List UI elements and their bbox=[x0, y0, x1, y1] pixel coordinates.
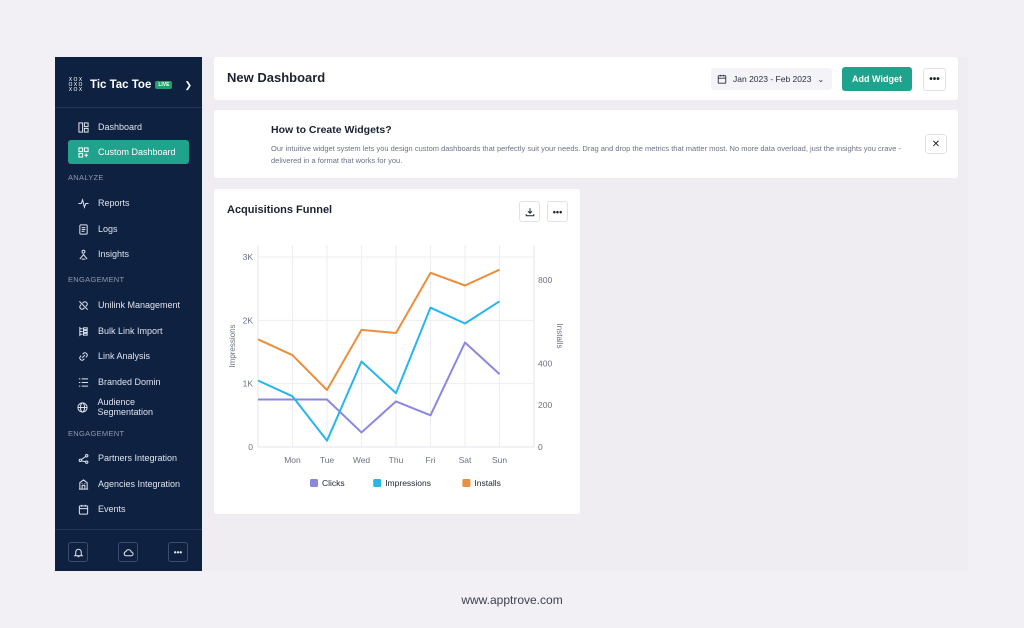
x-tick-label: Fri bbox=[426, 455, 436, 465]
sidebar-item-label: Agencies Integration bbox=[98, 479, 181, 489]
sidebar-footer: ••• bbox=[55, 529, 202, 571]
x-tick-label: Thu bbox=[389, 455, 404, 465]
x-tick-label: Wed bbox=[353, 455, 371, 465]
y-right-tick-label: 400 bbox=[538, 358, 552, 368]
sidebar-item-branded-domain[interactable]: Branded Domin bbox=[68, 370, 189, 394]
close-icon[interactable]: ✕ bbox=[925, 134, 947, 154]
legend-label-impressions: Impressions bbox=[385, 478, 431, 488]
y-left-tick-label: 2K bbox=[243, 315, 254, 325]
x-tick-label: Tue bbox=[320, 455, 335, 465]
live-badge: LIVE bbox=[155, 81, 173, 89]
calendar-icon bbox=[77, 503, 89, 515]
y-left-tick-label: 1K bbox=[243, 379, 254, 389]
brand-switcher[interactable]: XOXOXOXOX Tic Tac Toe LIVE ❯ bbox=[68, 74, 192, 96]
sidebar-item-label: Dashboard bbox=[98, 122, 143, 132]
custom-dashboard-icon bbox=[77, 146, 89, 158]
sidebar-item-bulk-link-import[interactable]: Bulk Link Import bbox=[68, 319, 189, 343]
insights-icon bbox=[77, 248, 89, 260]
sidebar-item-insights[interactable]: Insights bbox=[68, 242, 189, 266]
legend-swatch-clicks bbox=[310, 479, 318, 487]
sidebar-divider bbox=[55, 107, 202, 108]
sidebar-item-dashboard[interactable]: Dashboard bbox=[68, 115, 189, 139]
date-range-picker[interactable]: Jan 2023 - Feb 2023 ⌄ bbox=[711, 68, 832, 90]
x-tick-label: Sat bbox=[459, 455, 472, 465]
link-off-icon bbox=[77, 299, 89, 311]
dashboard-header: New Dashboard Jan 2023 - Feb 2023 ⌄ Add … bbox=[214, 57, 958, 100]
chevron-down-icon[interactable]: ❯ bbox=[184, 80, 192, 91]
sidebar-item-logs[interactable]: Logs bbox=[68, 217, 189, 241]
section-heading-analyze: ANALYZE bbox=[68, 173, 104, 182]
chevron-down-icon: ⌄ bbox=[817, 74, 825, 84]
globe-icon bbox=[77, 401, 88, 413]
series-line-installs bbox=[257, 268, 500, 391]
more-options-button[interactable]: ••• bbox=[168, 542, 188, 562]
y-right-tick-label: 200 bbox=[538, 400, 552, 410]
list-icon bbox=[77, 376, 89, 388]
sidebar-item-label: Partners Integration bbox=[98, 453, 178, 463]
sidebar-item-label: Link Analysis bbox=[98, 351, 151, 361]
legend-label-clicks: Clicks bbox=[322, 478, 345, 488]
help-card-text: Our intuitive widget system lets you des… bbox=[271, 144, 901, 165]
sidebar-item-label: Custom Dashboard bbox=[98, 147, 176, 157]
page-title: New Dashboard bbox=[227, 70, 326, 85]
logo-glyph: X bbox=[78, 86, 83, 93]
sidebar-item-label: Logs bbox=[98, 224, 118, 234]
widget-title: Acquisitions Funnel bbox=[227, 204, 333, 216]
sidebar-item-partners-integration[interactable]: Partners Integration bbox=[68, 446, 189, 470]
sidebar-item-custom-dashboard[interactable]: Custom Dashboard bbox=[68, 140, 189, 164]
sidebar-item-label: Reports bbox=[98, 198, 130, 208]
dashboard-icon bbox=[77, 121, 89, 133]
legend-swatch-installs bbox=[462, 479, 471, 487]
sidebar: XOXOXOXOX Tic Tac Toe LIVE ❯ Dashboard C… bbox=[55, 57, 202, 571]
document-icon bbox=[77, 223, 89, 235]
acquisitions-funnel-chart: 0 1K 2K 3K 0 200 400 800 Impressions Installs Mon T… bbox=[228, 245, 564, 488]
sidebar-item-reports[interactable]: Reports bbox=[68, 191, 189, 215]
section-heading-engagement: ENGAGEMENT bbox=[68, 275, 125, 284]
date-range-label: Jan 2023 - Feb 2023 bbox=[733, 74, 812, 84]
website-url: www.apptrove.com bbox=[461, 593, 563, 607]
sidebar-item-label: Unilink Management bbox=[98, 300, 181, 310]
sidebar-item-label: Bulk Link Import bbox=[98, 326, 163, 336]
series-line-impressions bbox=[257, 300, 501, 442]
sidebar-item-label: Audience Segmentation bbox=[97, 397, 154, 417]
widgets-help-card: How to Create Widgets? Our intuitive wid… bbox=[214, 110, 958, 178]
y-right-tick-label: 0 bbox=[538, 442, 543, 452]
sidebar-item-label: Insights bbox=[98, 249, 130, 259]
link-icon bbox=[77, 350, 89, 362]
bulk-icon bbox=[77, 325, 89, 337]
x-tick-label: Mon bbox=[284, 455, 301, 465]
sidebar-item-label: Branded Domin bbox=[98, 377, 161, 387]
sidebar-item-agencies-integration[interactable]: Agencies Integration bbox=[68, 472, 189, 496]
y-left-axis-label: Impressions bbox=[228, 324, 237, 367]
sidebar-item-unilink-management[interactable]: Unilink Management bbox=[68, 293, 189, 317]
building-icon bbox=[77, 478, 89, 490]
share-icon bbox=[77, 452, 89, 464]
sidebar-item-events[interactable]: Events bbox=[68, 497, 189, 521]
x-tick-label: Sun bbox=[492, 455, 507, 465]
download-icon[interactable] bbox=[519, 201, 540, 222]
cloud-icon[interactable] bbox=[118, 542, 138, 562]
legend-label-installs: Installs bbox=[474, 478, 500, 488]
y-right-tick-label: 800 bbox=[538, 275, 552, 285]
sidebar-item-link-analysis[interactable]: Link Analysis bbox=[68, 344, 189, 368]
sidebar-item-label: Events bbox=[98, 504, 126, 514]
calendar-icon bbox=[717, 74, 727, 84]
legend-swatch-impressions bbox=[373, 479, 382, 487]
brand-name: Tic Tac Toe bbox=[90, 79, 152, 91]
widget-more-button[interactable]: ••• bbox=[547, 201, 568, 222]
notification-bell-icon[interactable] bbox=[68, 542, 88, 562]
pulse-icon bbox=[77, 197, 89, 209]
y-left-tick-label: 0 bbox=[248, 442, 253, 452]
y-left-tick-label: 3K bbox=[243, 252, 254, 262]
header-more-button[interactable]: ••• bbox=[923, 68, 946, 91]
section-heading-engagement: ENGAGEMENT bbox=[68, 429, 125, 438]
acquisitions-funnel-widget: Acquisitions Funnel ••• 0 1K 2K 3K 0 200 400 80… bbox=[214, 189, 580, 514]
help-card-title: How to Create Widgets? bbox=[271, 124, 392, 136]
sidebar-item-audience-segmentation[interactable]: Audience Segmentation bbox=[68, 395, 189, 419]
tic-tac-toe-logo-icon: XOXOXOXOX bbox=[68, 77, 83, 93]
y-right-axis-label: Installs bbox=[555, 324, 564, 349]
add-widget-button[interactable]: Add Widget bbox=[842, 67, 912, 91]
